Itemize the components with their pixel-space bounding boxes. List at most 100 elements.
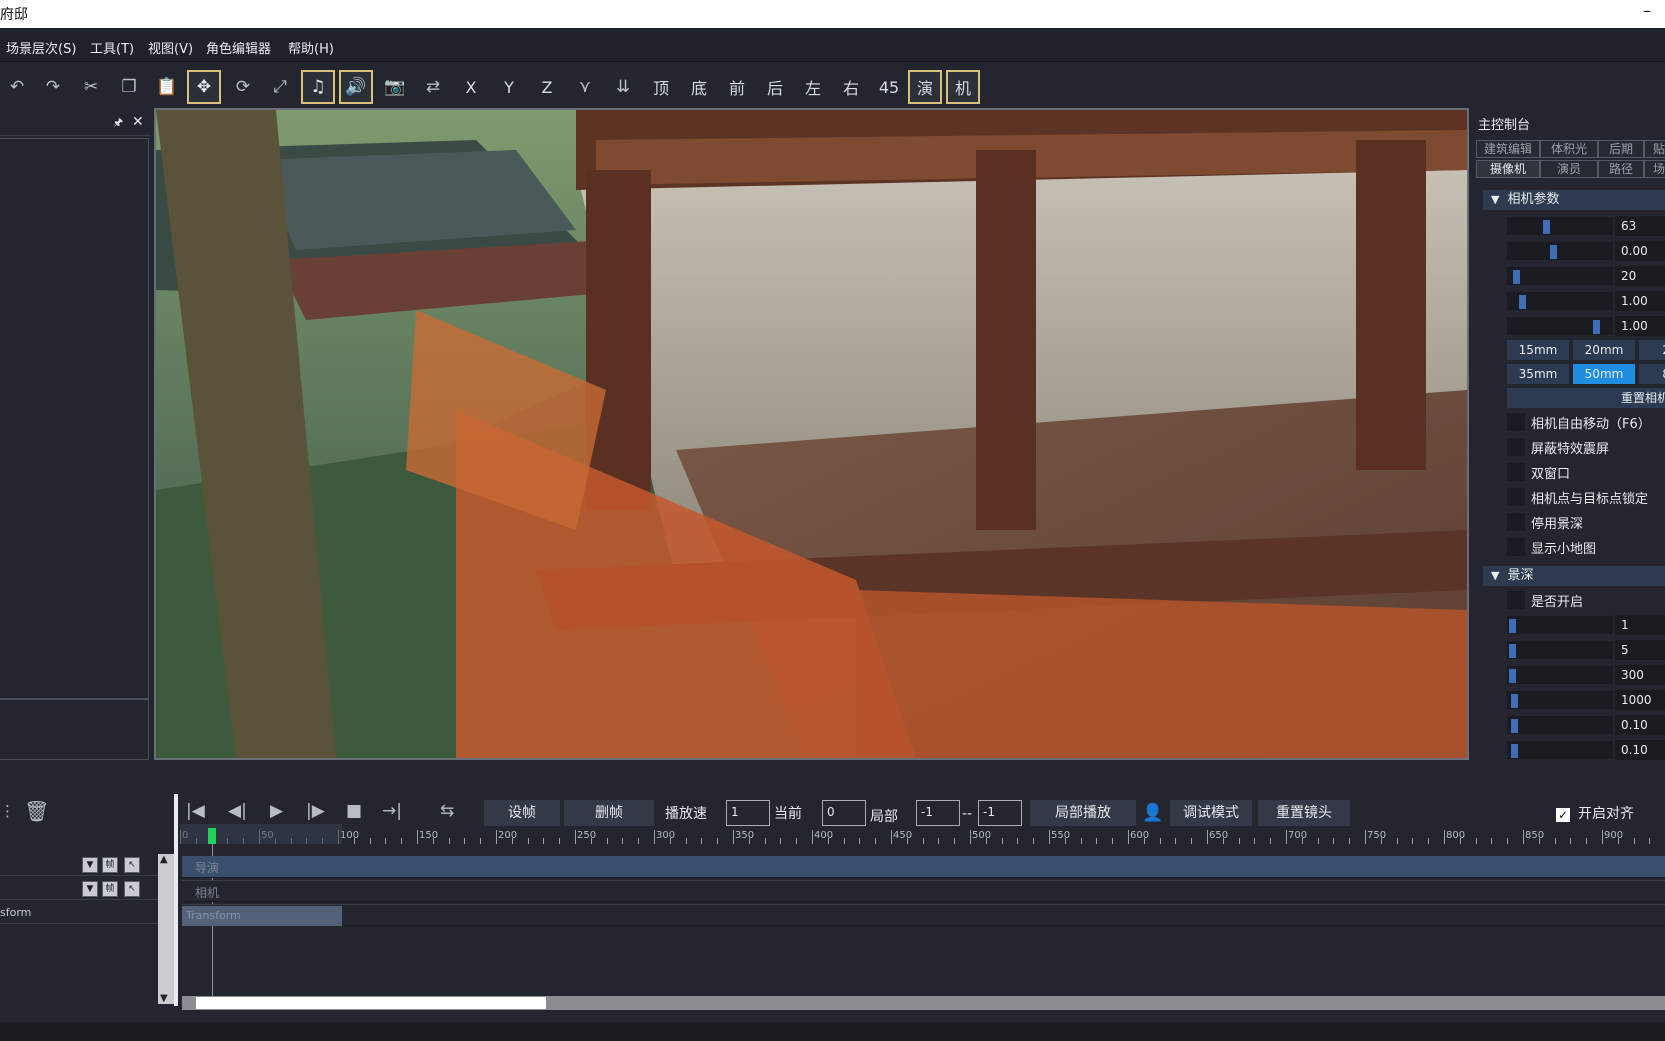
track-header-row[interactable]: sform: [0, 902, 160, 924]
menu-character-editor[interactable]: 角色编辑器: [206, 38, 271, 57]
playhead-marker[interactable]: [208, 828, 216, 844]
rotate-icon[interactable]: ⟳: [226, 70, 260, 104]
pin-icon[interactable]: 🖈: [113, 114, 123, 133]
person-icon[interactable]: 👤: [1142, 800, 1163, 826]
axis-x-button[interactable]: X: [454, 70, 488, 104]
frame-ruler[interactable]: 0501001502002503003504004505005506006507…: [180, 824, 1665, 844]
horizontal-scrollbar[interactable]: [182, 996, 1665, 1010]
hierarchy-tree[interactable]: [0, 138, 149, 700]
reset-lens-button[interactable]: 重置镜头: [1258, 800, 1350, 826]
tab-post[interactable]: 后期: [1598, 140, 1644, 158]
sort-down-icon[interactable]: ⇊: [606, 70, 640, 104]
camera-param-row[interactable]: 1.00: [1507, 291, 1665, 311]
local-end-input[interactable]: -1: [978, 800, 1022, 826]
track-transform[interactable]: [182, 904, 1665, 926]
axis-z-button[interactable]: Z: [530, 70, 564, 104]
view-left-button[interactable]: 左: [796, 70, 830, 104]
option-dual-window[interactable]: 双窗口: [1507, 462, 1665, 482]
transform-clip[interactable]: Transform: [182, 906, 342, 926]
view-bottom-button[interactable]: 底: [682, 70, 716, 104]
view-front-button[interactable]: 前: [720, 70, 754, 104]
snap-axis-icon[interactable]: ⋎: [568, 70, 602, 104]
lens-24mm-button[interactable]: 24: [1639, 340, 1665, 360]
checkbox[interactable]: [1507, 413, 1525, 431]
stop-icon[interactable]: ■: [346, 798, 362, 824]
tab-scene[interactable]: 场: [1644, 160, 1665, 178]
lens-20mm-button[interactable]: 20mm: [1573, 340, 1635, 360]
dof-param-row[interactable]: 0.10: [1507, 715, 1665, 735]
expand-icon[interactable]: ▼: [82, 881, 98, 897]
close-icon[interactable]: ✕: [132, 114, 144, 130]
cut-icon[interactable]: ✂: [74, 70, 108, 104]
snap-checkbox[interactable]: ✓: [1556, 808, 1570, 822]
tab-building-edit[interactable]: 建筑编辑: [1476, 140, 1540, 158]
lens-15mm-button[interactable]: 15mm: [1507, 340, 1569, 360]
lens-85mm-button[interactable]: 85: [1639, 364, 1665, 384]
option-disable-dof[interactable]: 停用景深: [1507, 512, 1665, 532]
arrow-icon[interactable]: ↖: [124, 857, 140, 873]
local-play-button[interactable]: 局部播放: [1030, 800, 1136, 826]
camera-param-row[interactable]: 0.00: [1507, 241, 1665, 261]
camera-icon[interactable]: 📷: [378, 70, 412, 104]
track-header-row[interactable]: ▼ 帧 ↖: [0, 878, 160, 900]
checkbox[interactable]: [1507, 591, 1525, 609]
vertical-scrollbar[interactable]: ▲ ▼: [158, 854, 174, 1004]
debug-mode-button[interactable]: 调试模式: [1170, 800, 1252, 826]
camera-param-row[interactable]: 20: [1507, 266, 1665, 286]
list-icon[interactable]: ⋮: [0, 798, 15, 824]
reset-camera-params-button[interactable]: 重置相机参数: [1507, 388, 1665, 408]
option-free-move[interactable]: 相机自由移动（F6）: [1507, 412, 1665, 432]
trash-icon[interactable]: 🗑: [24, 798, 49, 824]
set-frame-button[interactable]: 设帧: [484, 800, 560, 826]
menu-scene-hierarchy[interactable]: 场景层次(S): [6, 38, 76, 57]
view-back-button[interactable]: 后: [758, 70, 792, 104]
local-start-input[interactable]: -1: [916, 800, 960, 826]
option-block-shake[interactable]: 屏蔽特效震屏: [1507, 437, 1665, 457]
menu-help[interactable]: 帮助(H): [288, 38, 334, 57]
scene-viewport[interactable]: [154, 108, 1469, 760]
dof-param-row[interactable]: 0.10: [1507, 740, 1665, 760]
go-start-icon[interactable]: |◀: [186, 798, 205, 824]
view-right-button[interactable]: 右: [834, 70, 868, 104]
camera-toggle-button[interactable]: 机: [946, 70, 980, 104]
scrollbar-thumb[interactable]: [196, 997, 546, 1009]
next-frame-icon[interactable]: |▶: [306, 798, 325, 824]
sound-icon[interactable]: 🔊: [339, 70, 373, 104]
option-target-lock[interactable]: 相机点与目标点锁定: [1507, 487, 1665, 507]
copy-icon[interactable]: ❐: [112, 70, 146, 104]
camera-param-row[interactable]: 1.00: [1507, 316, 1665, 336]
minimize-button[interactable]: –: [1643, 1, 1651, 20]
music-icon[interactable]: ♫: [301, 70, 335, 104]
delete-frame-button[interactable]: 删帧: [564, 800, 654, 826]
checkbox[interactable]: [1507, 488, 1525, 506]
switch-icon[interactable]: ⇄: [416, 70, 450, 104]
option-dof-enable[interactable]: 是否开启: [1507, 590, 1665, 610]
lens-35mm-button[interactable]: 35mm: [1507, 364, 1569, 384]
scroll-down-icon[interactable]: ▼: [160, 993, 168, 1004]
lens-50mm-button[interactable]: 50mm: [1573, 364, 1635, 384]
play-speed-input[interactable]: 1: [726, 800, 770, 826]
checkbox[interactable]: [1507, 513, 1525, 531]
undo-icon[interactable]: ↶: [0, 70, 34, 104]
dof-param-row[interactable]: 5: [1507, 640, 1665, 660]
checkbox[interactable]: [1507, 538, 1525, 556]
expand-icon[interactable]: ▼: [82, 857, 98, 873]
track-header-row[interactable]: ▼ 帧 ↖: [0, 854, 160, 876]
dof-param-row[interactable]: 1: [1507, 615, 1665, 635]
checkbox[interactable]: [1507, 463, 1525, 481]
camera-param-row[interactable]: 63: [1507, 216, 1665, 236]
dof-param-row[interactable]: 300: [1507, 665, 1665, 685]
redo-icon[interactable]: ↷: [36, 70, 70, 104]
current-frame-input[interactable]: 0: [822, 800, 866, 826]
option-minimap[interactable]: 显示小地图: [1507, 537, 1665, 557]
track-camera[interactable]: 相机: [182, 880, 1665, 902]
section-camera-params[interactable]: ▼ 相机参数: [1483, 190, 1665, 210]
section-depth-of-field[interactable]: ▼ 景深: [1483, 566, 1665, 586]
axis-y-button[interactable]: Y: [492, 70, 526, 104]
tab-texture[interactable]: 贴: [1644, 140, 1665, 158]
tab-camera[interactable]: 摄像机: [1476, 160, 1540, 178]
tab-volumetric-light[interactable]: 体积光: [1540, 140, 1598, 158]
checkbox[interactable]: [1507, 438, 1525, 456]
actor-toggle-button[interactable]: 演: [908, 70, 942, 104]
loop-icon[interactable]: ⇆: [440, 798, 454, 824]
